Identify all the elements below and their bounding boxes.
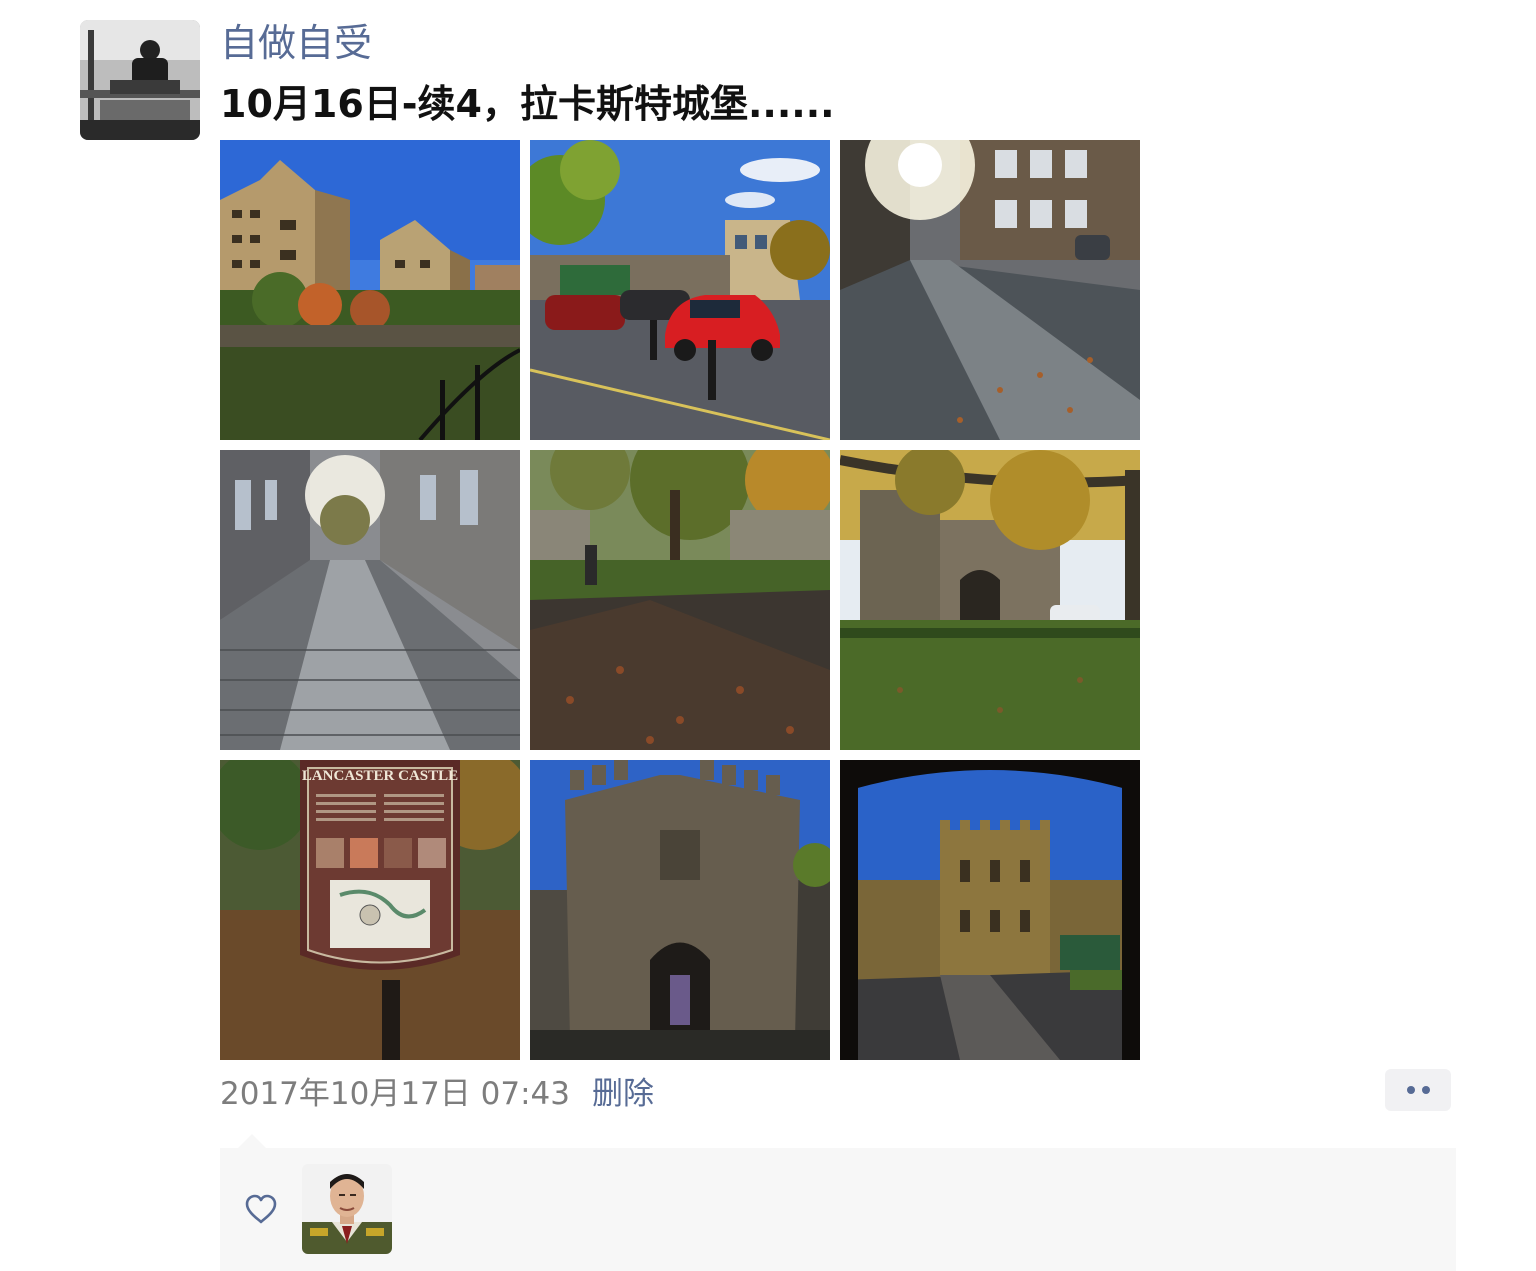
post-meta: 2017年10月17日 07:43 删除 [220, 1068, 654, 1112]
photo-castle-wall-tree[interactable] [840, 450, 1140, 750]
delete-button[interactable]: 删除 [592, 1068, 654, 1113]
photo-street-red-car[interactable] [530, 140, 830, 440]
photo-cobbled-alley[interactable] [220, 450, 520, 750]
liker-avatar[interactable] [302, 1164, 392, 1254]
photo-cobbled-lane-sunlight[interactable] [840, 140, 1140, 440]
author-avatar[interactable] [80, 20, 200, 140]
heart-icon [245, 1194, 277, 1224]
more-button[interactable] [1385, 1069, 1451, 1111]
sign-title: LANCASTER CASTLE [302, 768, 458, 784]
author-name[interactable]: 自做自受 [220, 18, 372, 68]
more-icon [1406, 1086, 1415, 1094]
photo-castle-gatehouse[interactable] [530, 760, 830, 1060]
post-timestamp: 2017年10月17日 07:43 [220, 1075, 570, 1112]
likes-panel [220, 1148, 1456, 1271]
photo-leafy-path-wall[interactable] [530, 450, 830, 750]
photo-apartment-buildings[interactable] [220, 140, 520, 440]
photo-lancaster-castle-sign[interactable]: LANCASTER CASTLE [220, 760, 520, 1060]
photo-grid: LANCASTER CASTLE [220, 140, 1140, 1060]
moment-post: 自做自受 10月16日-续4，拉卡斯特城堡...... LANCASTER CA… [0, 0, 1536, 1271]
likes-pointer [238, 1134, 266, 1148]
photo-castle-courtyard[interactable] [840, 760, 1140, 1060]
more-icon-dot [1421, 1086, 1430, 1094]
post-text: 10月16日-续4，拉卡斯特城堡...... [220, 82, 835, 126]
